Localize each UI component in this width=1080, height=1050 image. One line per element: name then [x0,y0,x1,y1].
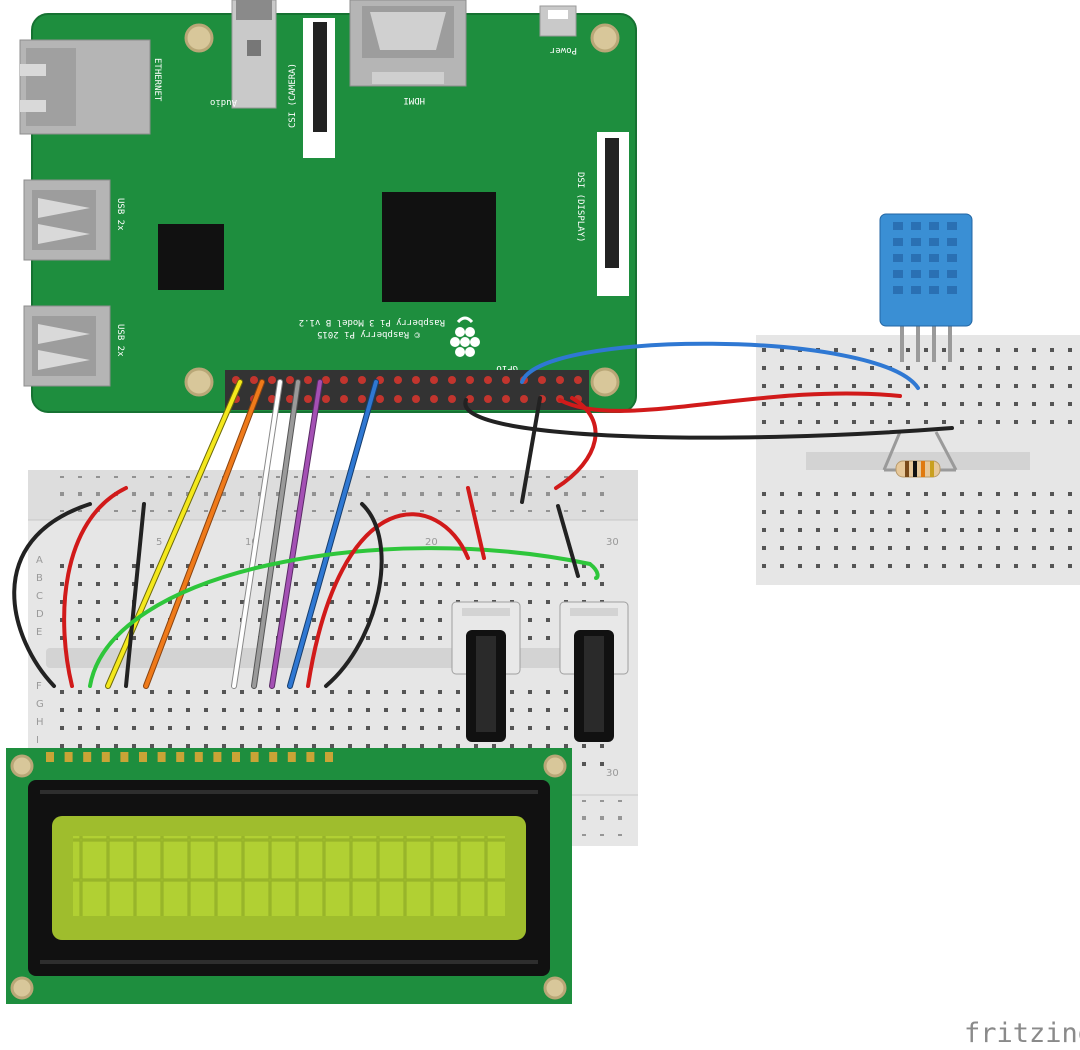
lcd-pin [83,752,92,762]
gpio-pin [412,395,420,403]
lcd-pin [232,752,240,762]
lcd-pin [250,752,259,762]
gpio-pin [304,376,312,384]
column-number-30-bottom: 30 [606,768,619,779]
gpio-pin [430,376,438,384]
column-number-5: 5 [156,537,162,548]
display-connector [597,132,629,296]
gpio-pin [502,395,510,403]
column-number-30: 30 [606,537,619,548]
lcd-pin [120,752,129,762]
ethernet-label: ETHERNET [152,58,162,102]
wiring-diagram: 5 10 20 30 30 A B C D E F G H I ETHERNET [6,0,1080,1049]
lcd-pin [46,752,54,762]
gpio-pin [412,376,420,384]
camera-label: CSI (CAMERA) [288,63,298,128]
raspberry-pi-board: ETHERNET USB 2x USB 2x Audio CSI (CAMERA… [19,0,637,413]
gpio-pin [250,376,258,384]
lcd-pin [287,752,296,762]
gpio-pin [520,395,528,403]
lcd-pin [176,752,185,762]
row-label-a: A [36,555,43,566]
power-label: Power [549,45,577,55]
fritzing-logo: fritzing [964,1018,1080,1049]
model-text-line-1: Raspberry Pi 3 Model B v1.2 [299,317,445,327]
row-label-h: H [36,717,44,728]
row-label-c: C [36,591,43,602]
gpio-pin [556,376,564,384]
gpio-pin [502,376,510,384]
lcd-pin [64,752,73,762]
usb-label-bottom: USB 2x [115,324,125,357]
audio-jack [231,0,277,109]
lcd-pin [269,752,278,762]
lcd-pin [213,752,222,762]
lcd-pin [139,752,147,762]
lcd-pin [101,752,110,762]
lcd-pin [306,752,315,762]
camera-connector [303,18,335,158]
row-label-d: D [36,609,44,620]
lcd-pin [157,752,166,762]
gpio-pin [574,376,582,384]
gpio-pin [340,376,348,384]
row-label-e: E [36,627,42,638]
gpio-pin [358,376,366,384]
power-port [539,5,577,37]
gpio-pin [538,376,546,384]
lcd-pin [325,752,333,762]
model-text-line-2: © Raspberry Pi 2015 [317,329,420,339]
gpio-pin [358,395,366,403]
gpio-pin [448,395,456,403]
sensor-breadboard [756,335,1080,585]
lcd-pin [194,752,203,762]
usb-port-top [23,179,111,261]
gpio-pin [484,395,492,403]
gpio-pin [466,376,474,384]
usb-port-bottom [23,305,111,387]
gpio-pin [394,395,402,403]
gpio-pin [484,376,492,384]
gpio-pin [376,395,384,403]
mounting-hole [184,367,214,397]
gpio-pin [340,395,348,403]
lcd-display-16x2 [6,748,572,1004]
gpio-pin [430,395,438,403]
hdmi-label: HDMI [403,95,425,105]
gpio-pin [322,376,330,384]
row-label-b: B [36,573,43,584]
ethernet-port [19,39,151,135]
gpio-pin [304,395,312,403]
gpio-pin [448,376,456,384]
audio-label: Audio [210,97,237,107]
hdmi-port [349,0,467,87]
row-label-f: F [36,681,42,692]
display-label: DSI (DISPLAY) [575,172,585,242]
row-label-g: G [36,699,44,710]
mounting-hole [590,367,620,397]
row-label-i: I [36,735,39,746]
mounting-hole [184,23,214,53]
mounting-hole [590,23,620,53]
gpio-pin [322,395,330,403]
gpio-pin [394,376,402,384]
gpio-pin [268,376,276,384]
soc-chip [382,192,496,302]
gpio-pin [286,376,294,384]
lan-chip [158,224,224,290]
usb-label-top: USB 2x [115,198,125,231]
